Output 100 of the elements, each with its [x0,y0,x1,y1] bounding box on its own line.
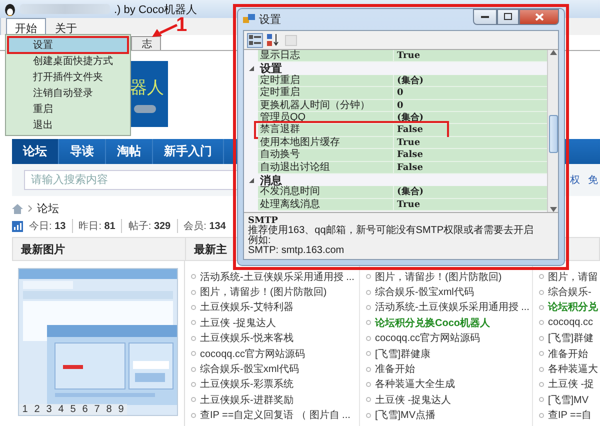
bullet-icon [539,304,544,310]
sort-icon [267,34,279,46]
property-name[interactable]: 不发消息时间 [258,186,394,199]
topic-link[interactable]: 各种装逼大 [533,361,600,377]
tab[interactable]: 志 [131,36,161,50]
topic-link[interactable]: cocoqq.cc [533,315,600,331]
menu-item[interactable]: 创建桌面快捷方式 [8,53,128,69]
minimize-icon [481,15,489,18]
header-link[interactable]: 权 [570,173,580,187]
property-value[interactable]: False [394,162,547,174]
menu-item[interactable]: 注销自动登录 [8,85,128,101]
menu-item[interactable]: 重启 [8,101,128,117]
topic-link[interactable]: 土豆侠娱乐-进群奖励 [185,392,359,408]
property-value[interactable]: 0 [394,87,547,100]
close-button[interactable] [519,8,559,24]
topic-link[interactable]: 图片，请留 [533,269,600,284]
bullet-icon [191,304,196,310]
minimize-button[interactable] [473,8,497,24]
maximize-button[interactable] [497,8,519,24]
topic-link[interactable]: [飞雪]MV点播 [360,408,532,423]
page-number[interactable]: 1 [19,404,31,415]
breadcrumb-link[interactable]: 论坛 [37,201,59,216]
property-value[interactable]: False [394,124,547,137]
topic-link[interactable]: 查IP ==自 [533,408,600,423]
property-name[interactable]: 定时重启 [258,87,394,100]
topic-link[interactable]: 土豆侠娱乐-悦来客栈 [185,330,359,346]
topic-link[interactable]: 土豆侠 -捉鬼达人 [360,392,532,408]
bullet-icon [539,397,544,402]
toolbar-button[interactable] [265,32,281,48]
property-value[interactable]: 0 [394,100,547,112]
page-number[interactable]: 3 [43,404,55,415]
topic-link[interactable]: 活动系统-土豆侠娱乐采用通用授 ... [185,269,359,284]
topic-link[interactable]: 综合娱乐-骰宝xml代码 [360,284,532,300]
page-number[interactable]: 4 [55,404,67,415]
topic-link[interactable]: 综合娱乐- [533,284,600,300]
menu-item[interactable]: 关于 [46,18,86,35]
topic-link[interactable]: 准备开始 [533,346,600,362]
page-number[interactable]: 5 [67,404,79,415]
topic-link[interactable]: 准备开始 [360,361,532,377]
topic-link[interactable]: 图片，请留步！(图片防散回) [185,284,359,300]
scroll-thumb[interactable] [549,114,558,153]
property-name[interactable]: 自动换号 [258,149,394,162]
property-name[interactable]: 禁言退群 [258,124,394,137]
page-number[interactable]: 8 [103,404,115,415]
property-name[interactable]: 使用本地图片缓存 [258,136,394,150]
section-title: 最新主 [194,242,227,256]
bullet-icon [539,366,544,372]
header-link[interactable]: 免 [588,173,598,187]
bullet-icon [539,290,544,295]
property-value[interactable]: False [394,149,547,162]
menu-item[interactable]: 退出 [8,117,128,133]
toolbar-button[interactable] [247,32,263,48]
logo-text: 器人 [130,76,164,98]
dialog-title: 设置 [259,13,281,27]
property-name[interactable]: 定时重启 [258,74,394,88]
bullet-icon [191,290,196,295]
topic-link[interactable]: 论坛积分兑换Coco机器人 [360,315,532,331]
property-value[interactable]: (集合) [394,74,547,88]
topic-link[interactable]: 土豆侠 -捉 [533,376,600,392]
topic-link[interactable]: cocoqq.cc官方网站源码 [360,330,532,346]
bullet-icon [539,412,544,418]
window-title: .) by Coco机器人 [114,2,198,16]
bullet-icon [366,397,371,402]
topic-link[interactable]: 土豆侠娱乐-艾特利器 [185,300,359,316]
bullet-icon [366,351,371,356]
page-number[interactable]: 2 [31,404,43,415]
property-value[interactable]: True [394,198,547,212]
topic-link[interactable]: [飞雪]群健 [533,330,600,346]
topic-link[interactable]: 论坛积分兑 [533,300,600,316]
menu-item[interactable]: 打开插件文件夹 [8,69,128,85]
topic-link[interactable]: 综合娱乐-骰宝xml代码 [185,361,359,377]
page-number[interactable]: 7 [91,404,103,415]
page-number[interactable]: 9 [115,404,127,415]
logo-pill [134,104,156,112]
menu-item[interactable]: 设置 [8,37,128,53]
bullet-icon [366,274,371,280]
topic-link[interactable]: 查IP ==自定义回复语 （ 图片自 ... [185,408,359,423]
menu-item[interactable]: 开始 [6,18,46,35]
topic-link[interactable]: 活动系统-土豆侠娱乐采用通用授 ... [360,300,532,316]
bullet-icon [191,397,196,402]
nav-tab[interactable]: 论坛 [12,139,59,164]
property-name[interactable]: 显示日志 [258,50,394,62]
topic-link[interactable]: [飞雪]群健康 [360,346,532,362]
close-icon [534,12,544,20]
property-name[interactable]: 自动退出讨论组 [258,162,394,174]
description-title: SMTP [248,216,278,226]
property-value[interactable]: (集合) [394,186,547,199]
topic-link[interactable]: 土豆侠娱乐-彩票系统 [185,376,359,392]
page-number[interactable]: 6 [79,404,91,415]
topic-link[interactable]: [飞雪]MV [533,392,600,408]
topic-link[interactable]: 图片，请留步！(图片防散回) [360,269,532,284]
topic-link[interactable]: 土豆侠 -捉鬼达人 [185,315,359,331]
property-value[interactable]: True [394,136,547,150]
property-name[interactable]: 更换机器人时间（分钟） [258,100,394,112]
topic-link[interactable]: cocoqq.cc官方网站源码 [185,346,359,362]
property-value[interactable]: True [394,50,547,62]
bullet-icon [191,320,196,326]
topic-link[interactable]: 各种装逼大全生成 [360,376,532,392]
scrollbar[interactable] [547,50,558,212]
property-name[interactable]: 处理离线消息 [258,198,394,212]
